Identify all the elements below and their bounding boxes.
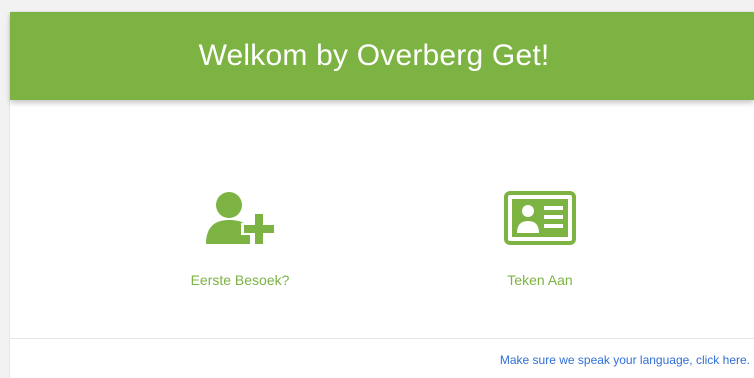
sign-in-label: Teken Aan [507,272,573,288]
page-title: Welkom by Overberg Get! [198,39,550,72]
language-link[interactable]: Make sure we speak your language, click … [500,353,750,367]
first-visit-label: Eerste Besoek? [190,272,290,288]
first-visit-button[interactable]: Eerste Besoek? [140,188,340,288]
footer-divider [10,338,754,339]
header-banner: Welkom by Overberg Get! [10,12,754,100]
id-card-icon [504,188,576,248]
sign-in-button[interactable]: Teken Aan [440,188,640,288]
welcome-card: Welkom by Overberg Get! Eerste Besoek? T… [10,12,754,378]
add-user-icon [200,188,280,248]
